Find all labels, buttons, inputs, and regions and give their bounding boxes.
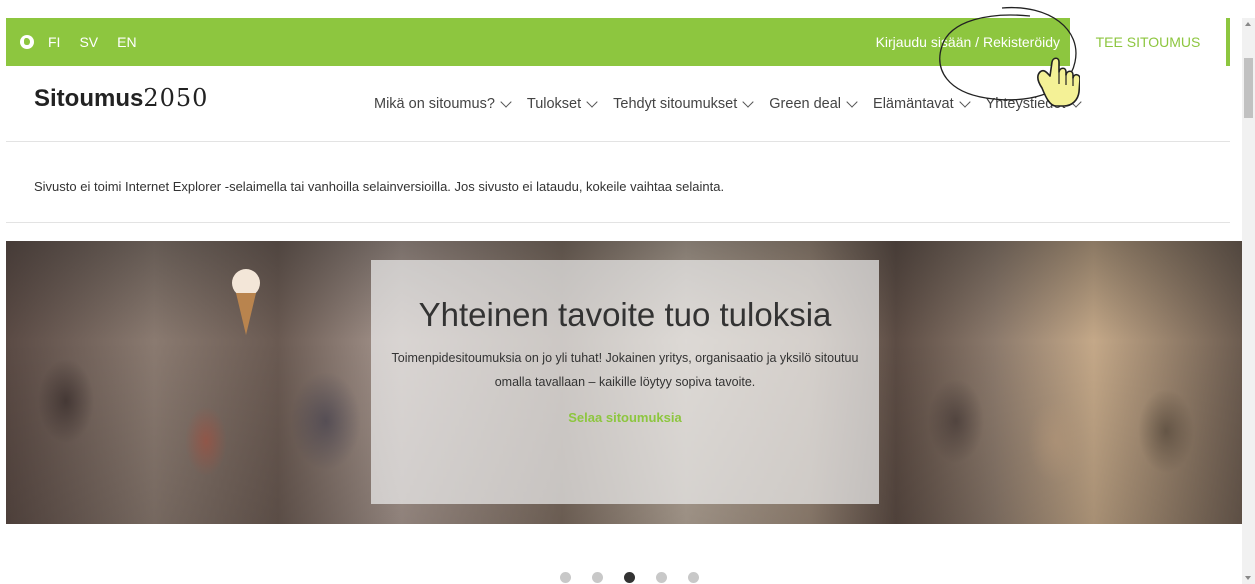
browser-notice-text: Sivusto ei toimi Internet Explorer -sela… (34, 179, 725, 194)
ice-cream-sign (228, 269, 264, 339)
auth-separator: / (971, 34, 983, 50)
carousel-dots (560, 572, 720, 583)
nav-label: Elämäntavat (873, 96, 954, 112)
nav-item-commitments-made[interactable]: Tehdyt sitoumukset (613, 95, 754, 112)
language-en[interactable]: EN (117, 34, 136, 50)
hero-card: Yhteinen tavoite tuo tuloksia Toimenpide… (371, 260, 879, 504)
scroll-up-arrow-icon[interactable] (1245, 22, 1251, 26)
login-link[interactable]: Kirjaudu sisään (876, 34, 972, 50)
chevron-down-icon (846, 95, 858, 108)
nav-label: Tehdyt sitoumukset (613, 96, 738, 112)
chevron-down-icon (500, 95, 512, 108)
language-fi[interactable]: FI (48, 34, 60, 50)
hero-title: Yhteinen tavoite tuo tuloksia (418, 296, 832, 333)
globe-icon (20, 35, 34, 49)
nav-label: Tulokset (526, 96, 582, 112)
auth-links: Kirjaudu sisään / Rekisteröidy (876, 34, 1060, 50)
scroll-down-arrow-icon[interactable] (1245, 576, 1251, 580)
language-switcher: FI SV EN (20, 34, 156, 50)
logo-number: 2050 (143, 84, 209, 112)
chevron-down-icon (742, 95, 754, 108)
hero-text: Toimenpidesitoumuksia on jo yli tuhat! J… (391, 351, 859, 389)
page-scrollbar[interactable] (1242, 18, 1255, 584)
carousel-dot-active[interactable] (624, 572, 635, 583)
chevron-down-icon (586, 95, 598, 108)
browse-commitments-link[interactable]: Selaa sitoumuksia (371, 410, 879, 425)
main-menu: Mikä on sitoumus? Tulokset Tehdyt sitoum… (374, 95, 1097, 112)
nav-label: Mikä on sitoumus? (374, 96, 495, 112)
top-bar: FI SV EN Kirjaudu sisään / Rekisteröidy … (6, 18, 1230, 66)
hero-banner: Yhteinen tavoite tuo tuloksia Toimenpide… (6, 241, 1242, 524)
chevron-down-icon (1070, 95, 1083, 108)
make-commitment-button[interactable]: TEE SITOUMUS (1070, 18, 1230, 66)
nav-item-lifestyles[interactable]: Elämäntavat (873, 95, 971, 112)
nav-label: Yhteystiedot (985, 96, 1066, 112)
scrollbar-thumb[interactable] (1244, 58, 1253, 118)
nav-item-green-deal[interactable]: Green deal (769, 95, 858, 112)
nav-item-what-is-commitment[interactable]: Mikä on sitoumus? (374, 95, 512, 112)
carousel-dot[interactable] (560, 572, 571, 583)
nav-item-contact[interactable]: Yhteystiedot (985, 95, 1083, 112)
language-sv[interactable]: SV (79, 34, 98, 50)
carousel-dot[interactable] (688, 572, 699, 583)
browser-notice: Sivusto ei toimi Internet Explorer -sela… (6, 143, 1230, 223)
nav-item-results[interactable]: Tulokset (526, 95, 598, 112)
logo-word: Sitoumus (34, 85, 144, 112)
site-logo[interactable]: Sitoumus2050 (34, 84, 208, 113)
chevron-down-icon (958, 95, 971, 108)
carousel-dot[interactable] (656, 572, 667, 583)
main-navbar: Sitoumus2050 Mikä on sitoumus? Tulokset … (6, 66, 1230, 142)
carousel-dot[interactable] (592, 572, 603, 583)
register-link[interactable]: Rekisteröidy (983, 34, 1060, 50)
nav-label: Green deal (769, 96, 842, 112)
